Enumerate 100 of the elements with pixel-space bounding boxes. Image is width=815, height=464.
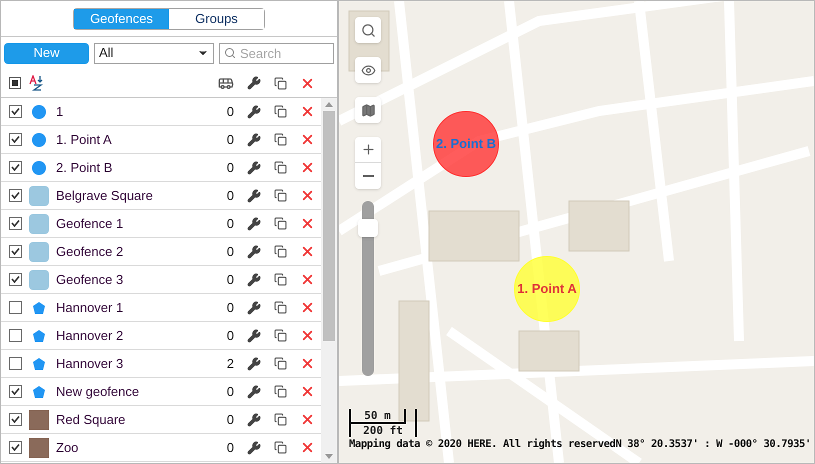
geofence-name: Hannover 3 (56, 354, 124, 373)
delete-icon[interactable] (300, 384, 315, 399)
checkbox[interactable] (9, 301, 22, 314)
geofence-name: Hannover 2 (56, 326, 124, 345)
geofence-row[interactable]: Geofence 1 0 (1, 210, 321, 238)
copy-icon[interactable] (274, 76, 287, 90)
wrench-icon[interactable] (247, 300, 261, 314)
geofence-name: New geofence (56, 382, 140, 401)
geofence-name: 2. Point B (56, 158, 112, 177)
delete-icon[interactable] (300, 216, 315, 231)
search-field[interactable]: Search (219, 42, 334, 64)
delete-icon[interactable] (300, 132, 315, 147)
geofence-row[interactable]: 2. Point B 0 (1, 154, 321, 182)
copy-icon[interactable] (274, 161, 287, 174)
marker-label: 2. Point B (436, 135, 496, 154)
checkbox[interactable] (9, 189, 22, 202)
copy-icon[interactable] (274, 273, 287, 286)
copy-icon[interactable] (274, 189, 287, 202)
checkbox[interactable] (9, 385, 22, 398)
checkbox[interactable] (9, 105, 22, 118)
wrench-icon[interactable] (247, 104, 261, 118)
pentagon-icon (32, 384, 46, 398)
delete-icon[interactable] (300, 440, 315, 455)
copy-icon[interactable] (274, 357, 287, 370)
wrench-icon[interactable] (247, 216, 261, 230)
checkbox[interactable] (9, 273, 22, 286)
geofence-row[interactable]: Hannover 2 0 (1, 322, 321, 350)
checkbox[interactable] (9, 133, 22, 146)
sort-icon[interactable] (29, 75, 45, 91)
checkbox[interactable] (9, 441, 22, 454)
geofence-row[interactable]: New geofence 0 (1, 378, 321, 406)
checkbox[interactable] (9, 245, 22, 258)
wrench-icon[interactable] (247, 412, 261, 426)
delete-icon[interactable] (300, 328, 315, 343)
wrench-icon[interactable] (247, 160, 261, 174)
geofence-name: Zoo (56, 438, 78, 457)
delete-icon[interactable] (300, 244, 315, 259)
geofence-row[interactable]: 1 0 (1, 98, 321, 126)
checkbox[interactable] (9, 217, 22, 230)
checkbox[interactable] (9, 329, 22, 342)
geofence-row[interactable]: 1. Point A 0 (1, 126, 321, 154)
marker-label: 1. Point A (517, 280, 577, 298)
geofence-name: Geofence 1 (56, 214, 124, 233)
search-icon (224, 46, 236, 58)
wrench-icon[interactable] (247, 272, 261, 286)
geofence-row[interactable]: Hannover 1 0 (1, 294, 321, 322)
unit-count: 0 (226, 158, 234, 177)
wrench-icon[interactable] (247, 188, 261, 202)
copy-icon[interactable] (274, 105, 287, 118)
delete-icon[interactable] (300, 356, 315, 371)
select-all-checkbox[interactable] (9, 77, 21, 89)
geofence-name: Belgrave Square (56, 186, 153, 205)
unit-count: 0 (226, 242, 234, 261)
visibility-button[interactable] (355, 57, 381, 83)
wrench-icon[interactable] (247, 440, 261, 454)
delete-icon[interactable] (300, 160, 315, 175)
copy-icon[interactable] (274, 133, 287, 146)
plus-icon (360, 142, 376, 157)
geofence-name: 1. Point A (56, 130, 112, 149)
pentagon-icon (32, 328, 46, 342)
wrench-icon[interactable] (247, 384, 261, 398)
copy-icon[interactable] (274, 385, 287, 398)
map-layers-button[interactable] (355, 97, 381, 123)
checkbox[interactable] (9, 357, 22, 370)
delete-icon[interactable] (300, 188, 315, 203)
delete-icon[interactable] (300, 272, 315, 287)
copy-icon[interactable] (274, 413, 287, 426)
copy-icon[interactable] (274, 301, 287, 314)
geofence-row[interactable]: Red Square 0 (1, 406, 321, 434)
geofence-row[interactable]: Belgrave Square 0 (1, 182, 321, 210)
geofence-row[interactable]: Hannover 3 2 (1, 350, 321, 378)
wrench-icon[interactable] (247, 244, 261, 258)
delete-icon[interactable] (300, 104, 315, 119)
map-icon (360, 102, 376, 118)
pentagon-icon (32, 300, 46, 314)
geofence-row[interactable]: Geofence 2 0 (1, 238, 321, 266)
scale-bar: 50 m 200 ft (349, 409, 417, 437)
geofence-row[interactable]: Geofence 3 0 (1, 266, 321, 294)
zoom-slider-thumb[interactable] (358, 218, 378, 236)
wrench-icon[interactable] (247, 132, 261, 146)
attribution-text: Mapping data © 2020 HERE. All rights reservedN 38° 20.3537' : W -000° 30.7935' (349, 437, 811, 452)
delete-icon[interactable] (300, 412, 315, 427)
copy-icon[interactable] (274, 245, 287, 258)
filter-dropdown[interactable]: All (94, 42, 214, 64)
search-button[interactable] (355, 17, 381, 43)
geofence-row[interactable]: Zoo 0 (1, 434, 321, 462)
wrench-icon[interactable] (247, 328, 261, 342)
wrench-icon[interactable] (247, 356, 261, 370)
delete-icon[interactable] (300, 300, 315, 315)
wrench-icon[interactable] (247, 76, 261, 90)
checkbox[interactable] (9, 413, 22, 426)
map[interactable]: 2. Point B 1. Point A 50 m 200 ft Mapping data © 2020 HERE. All rights reservedN 38° 20.3537' : W -000° 30.7935' (338, 0, 815, 464)
unit-count: 0 (226, 382, 234, 401)
copy-icon[interactable] (274, 217, 287, 230)
checkbox[interactable] (9, 161, 22, 174)
unit-count: 0 (226, 102, 234, 121)
unit-count: 0 (226, 438, 234, 457)
unit-count: 0 (226, 130, 234, 149)
copy-icon[interactable] (274, 329, 287, 342)
copy-icon[interactable] (274, 441, 287, 454)
